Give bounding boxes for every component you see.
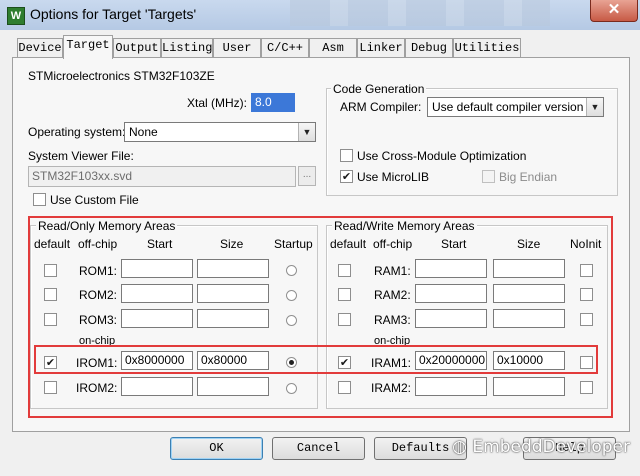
os-label: Operating system: [28,125,126,139]
microlib-label: Use MicroLIB [357,170,430,184]
watermark-text: EmbeddDeveloper [472,437,630,457]
cancel-button[interactable]: Cancel [272,437,365,460]
use-custom-file-label: Use Custom File [50,193,139,207]
tab-device[interactable]: Device [17,38,63,58]
xtal-label: Xtal (MHz): [187,96,247,110]
svd-input[interactable]: STM32F103xx.svd [28,166,296,187]
tab-linker[interactable]: Linker [357,38,405,58]
ok-button[interactable]: OK [170,437,263,460]
tab-c-cpp[interactable]: C/C++ [261,38,309,58]
tab-user[interactable]: User [213,38,261,58]
chevron-down-icon: ▼ [298,123,315,141]
arm-compiler-select[interactable]: Use default compiler version ▼ [427,97,604,117]
cross-module-checkbox[interactable] [340,149,353,162]
big-endian-checkbox[interactable] [482,170,495,183]
app-icon: W [7,7,25,25]
tab-target[interactable]: Target [63,35,113,59]
tab-asm[interactable]: Asm [309,38,357,58]
tab-debug[interactable]: Debug [405,38,453,58]
use-custom-file-checkbox[interactable] [33,193,46,206]
cross-module-label: Use Cross-Module Optimization [357,149,527,163]
chevron-down-icon: ▼ [586,98,603,116]
code-generation-title: Code Generation [331,82,427,96]
microlib-checkbox[interactable]: ✔ [340,170,353,183]
svd-label: System Viewer File: [28,149,134,163]
arm-compiler-value: Use default compiler version [432,100,584,114]
svd-browse-button[interactable]: ... [298,166,316,186]
background-window-blur [290,0,550,26]
arm-compiler-label: ARM Compiler: [340,100,422,114]
close-button[interactable]: ✕ [590,0,638,22]
tab-output[interactable]: Output [113,38,161,58]
big-endian-label: Big Endian [499,170,558,184]
watermark: ◍ EmbeddDeveloper [452,437,630,457]
os-select[interactable]: None ▼ [124,122,316,142]
tab-utilities[interactable]: Utilities [453,38,521,58]
tab-listing[interactable]: Listing [161,38,213,58]
wechat-icon: ◍ [452,437,473,457]
window-title: Options for Target 'Targets' [30,6,197,22]
os-value: None [129,125,158,139]
internal-memory-highlight [34,345,598,374]
xtal-input[interactable]: 8.0 [251,93,295,112]
device-name: STMicroelectronics STM32F103ZE [28,69,215,83]
memory-areas-highlight [28,216,613,418]
